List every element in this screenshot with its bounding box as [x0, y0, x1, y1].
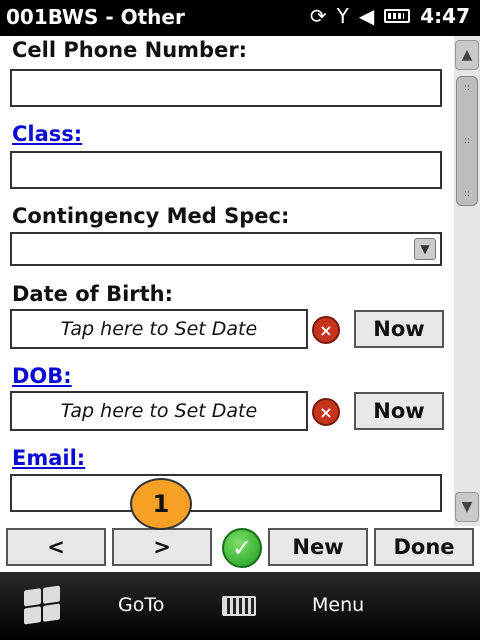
scroll-down-icon[interactable]: ▼ — [455, 492, 479, 522]
contingency-select[interactable]: ▼ — [10, 232, 442, 266]
dob2-link[interactable]: DOB: — [12, 364, 72, 388]
dob2-date-field[interactable]: Tap here to Set Date — [10, 391, 308, 431]
prev-button[interactable]: < — [6, 528, 106, 566]
nav-bar: < > ✓ New Done — [0, 526, 480, 572]
clear-icon[interactable]: × — [312, 316, 340, 344]
next-button[interactable]: > — [112, 528, 212, 566]
app-title: 001BWS - Other — [6, 5, 185, 29]
keyboard-icon[interactable] — [222, 596, 256, 616]
windows-start-icon[interactable] — [24, 585, 60, 625]
callout-badge: 1 — [130, 478, 192, 530]
status-bar: 001BWS - Other ⟳ Y ◀ 4:47 — [0, 0, 480, 36]
now-button[interactable]: Now — [354, 392, 444, 430]
taskbar: GoTo Menu — [0, 572, 480, 640]
scroll-thumb[interactable]: :::::: — [456, 76, 478, 206]
goto-menu[interactable]: GoTo — [118, 594, 164, 616]
cell-phone-label: Cell Phone Number: — [12, 38, 248, 62]
form-content: Cell Phone Number: Class: Contingency Me… — [0, 36, 452, 526]
done-button[interactable]: Done — [374, 528, 474, 566]
clear-icon[interactable]: × — [312, 398, 340, 426]
contingency-label: Contingency Med Spec: — [12, 204, 290, 228]
volume-icon: ◀ — [358, 4, 375, 28]
dob-date-field[interactable]: Tap here to Set Date — [10, 309, 308, 349]
now-button[interactable]: Now — [354, 310, 444, 348]
signal-icon: Y — [336, 4, 349, 28]
sync-icon: ⟳ — [309, 4, 327, 28]
battery-icon — [384, 9, 411, 23]
email-link[interactable]: Email: — [12, 446, 85, 470]
chevron-down-icon[interactable]: ▼ — [414, 238, 436, 260]
scrollbar[interactable]: ▲ :::::: ▼ — [454, 36, 480, 526]
class-field[interactable] — [10, 151, 442, 189]
status-icons: ⟳ Y ◀ 4:47 — [310, 4, 470, 28]
class-link[interactable]: Class: — [12, 122, 82, 146]
new-button[interactable]: New — [268, 528, 368, 566]
scroll-up-icon[interactable]: ▲ — [455, 40, 479, 70]
dob-label: Date of Birth: — [12, 282, 174, 306]
cell-phone-field[interactable] — [10, 69, 442, 107]
menu-button[interactable]: Menu — [312, 594, 364, 616]
clock: 4:47 — [420, 4, 470, 28]
checkmark-icon[interactable]: ✓ — [222, 528, 262, 568]
email-field[interactable] — [10, 474, 442, 512]
